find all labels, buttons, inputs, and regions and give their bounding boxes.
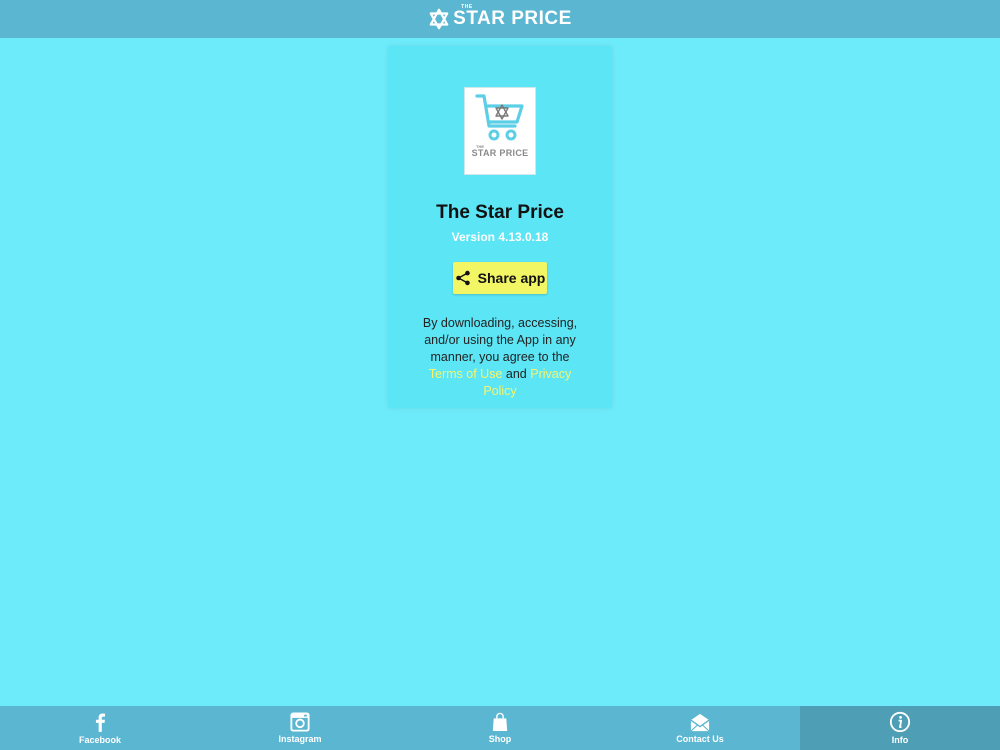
app-icon-caption: STAR PRICE bbox=[471, 148, 529, 158]
nav-item-instagram[interactable]: Instagram bbox=[200, 706, 400, 750]
app-name: The Star Price bbox=[436, 202, 564, 223]
nav-label-instagram: Instagram bbox=[278, 734, 322, 744]
nav-item-info[interactable]: Info bbox=[800, 706, 1000, 750]
app-header: THE STAR PRICE bbox=[0, 0, 1000, 38]
envelope-icon bbox=[690, 713, 710, 732]
nav-label-info: Info bbox=[891, 735, 909, 745]
header-logo: THE STAR PRICE bbox=[428, 4, 572, 30]
share-app-button[interactable]: Share app bbox=[453, 262, 547, 294]
app-version: Version 4.13.0.18 bbox=[451, 230, 549, 244]
facebook-icon bbox=[95, 713, 106, 732]
nav-label-shop: Shop bbox=[488, 734, 512, 744]
nav-item-facebook[interactable]: Facebook bbox=[0, 706, 200, 750]
share-app-label: Share app bbox=[477, 270, 546, 286]
info-icon bbox=[889, 711, 911, 733]
nav-item-contact-us[interactable]: Contact Us bbox=[600, 706, 800, 750]
instagram-icon bbox=[290, 712, 310, 732]
share-icon bbox=[455, 270, 470, 286]
nav-item-shop[interactable]: Shop bbox=[400, 706, 600, 750]
nav-label-contact-us: Contact Us bbox=[676, 734, 724, 744]
header-title: THE STAR PRICE bbox=[453, 4, 572, 30]
app-info-card: THE STAR PRICE The Star Price Version 4.… bbox=[388, 46, 612, 408]
terms-of-use-link[interactable]: Terms of Use bbox=[429, 367, 503, 381]
legal-middle: and bbox=[502, 367, 531, 381]
header-logo-text: STAR PRICE bbox=[453, 8, 572, 29]
app-icon: THE STAR PRICE bbox=[464, 87, 536, 175]
nav-label-facebook: Facebook bbox=[78, 735, 121, 745]
legal-notice: By downloading, accessing, and/or using … bbox=[414, 315, 586, 400]
header-logo-small-text: THE bbox=[461, 4, 473, 10]
legal-prefix: By downloading, accessing, and/or using … bbox=[422, 316, 578, 364]
shopping-bag-icon bbox=[492, 712, 508, 731]
shopping-cart-icon bbox=[475, 94, 524, 141]
star-of-david-icon bbox=[429, 8, 449, 30]
bottom-nav: Facebook Instagram Shop Contact Us Info bbox=[0, 706, 1000, 750]
